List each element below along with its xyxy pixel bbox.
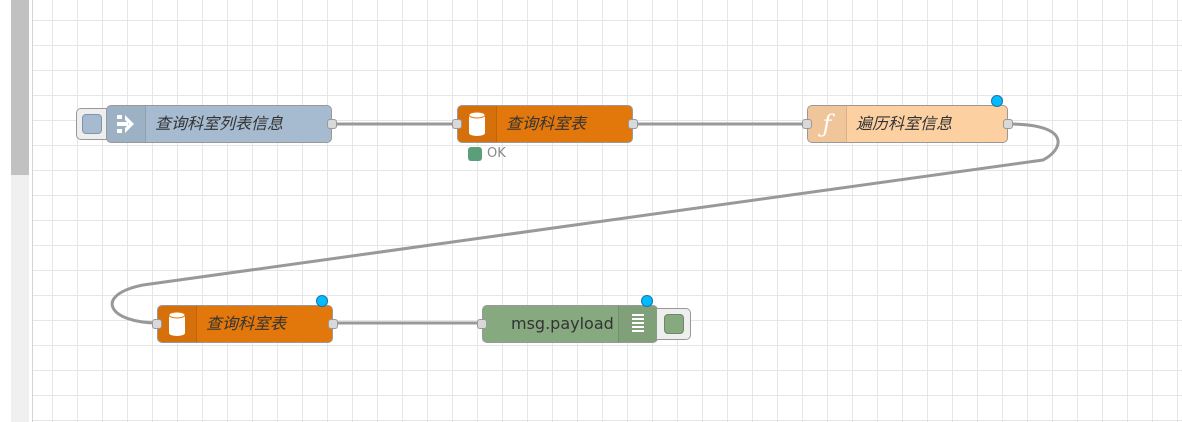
debug-toggle-button[interactable] — [664, 314, 684, 334]
db1-input-port[interactable] — [452, 119, 462, 129]
db2-changed-indicator — [316, 295, 328, 307]
db1-icon-area — [458, 106, 497, 142]
function-node[interactable]: ƒ 遍历科室信息 — [802, 105, 1013, 143]
list-icon — [632, 314, 644, 332]
inject-node[interactable]: 查询科室列表信息 — [106, 105, 337, 143]
status-dot-icon — [468, 146, 482, 161]
db1-status-text: OK — [487, 146, 506, 161]
db1-output-port[interactable] — [628, 119, 638, 129]
arrow-in-icon — [117, 115, 134, 133]
database-node-2[interactable]: 查询科室表 — [152, 305, 338, 343]
db1-status: OK — [468, 146, 506, 161]
db2-output-port[interactable] — [328, 319, 338, 329]
debug-node[interactable]: msg.payload — [477, 305, 658, 343]
inject-button-tab[interactable] — [76, 108, 108, 140]
database-icon — [468, 111, 486, 136]
function-icon: ƒ — [822, 110, 832, 138]
debug-changed-indicator — [641, 295, 653, 307]
debug-label: msg.payload — [511, 314, 614, 333]
scrollbar-thumb[interactable] — [11, 0, 29, 175]
func-output-port[interactable] — [1003, 119, 1013, 129]
inject-output-port[interactable] — [327, 119, 337, 129]
inject-icon-area — [107, 106, 146, 142]
db2-input-port[interactable] — [152, 319, 162, 329]
func-input-port[interactable] — [802, 119, 812, 129]
func-changed-indicator — [991, 95, 1003, 107]
db2-label: 查询科室表 — [206, 314, 287, 333]
database-icon — [168, 311, 186, 336]
db1-label: 查询科室表 — [506, 114, 587, 133]
debug-input-port[interactable] — [477, 319, 487, 329]
debug-button-tab[interactable] — [657, 308, 691, 340]
wire-func-db2[interactable] — [110, 122, 1060, 325]
debug-icon-area — [618, 306, 657, 342]
db2-icon-area — [158, 306, 197, 342]
inject-label: 查询科室列表信息 — [155, 114, 284, 133]
left-margin — [0, 0, 11, 422]
flow-workspace[interactable]: 查询科室列表信息 查询科室表 OK ƒ 遍历科室信息 查询科室表 msg.pay… — [32, 0, 1182, 422]
func-icon-area: ƒ — [808, 106, 847, 142]
func-label: 遍历科室信息 — [856, 114, 953, 133]
wires-layer — [110, 122, 1060, 325]
inject-trigger-button[interactable] — [82, 114, 102, 134]
database-node-1[interactable]: 查询科室表 — [452, 105, 638, 143]
